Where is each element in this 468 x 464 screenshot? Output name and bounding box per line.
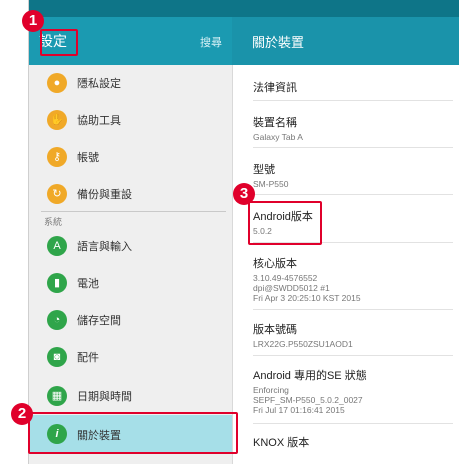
- backup-icon: ↻: [47, 184, 67, 204]
- storage-icon: ◔: [47, 310, 67, 330]
- menu-item-accounts[interactable]: ⚷ 帳號: [29, 139, 232, 175]
- about-item-knox-version: KNOX 版本: [253, 434, 309, 450]
- calendar-icon: ▦: [47, 386, 67, 406]
- search-button[interactable]: 搜尋: [200, 34, 222, 50]
- about-device-list: 法律資訊 裝置名稱 Galaxy Tab A 型號 SM-P550 Androi…: [233, 65, 459, 464]
- about-item-title: Android 專用的SE 狀態: [253, 370, 367, 382]
- about-item-value: 3.10.49-4576552: [253, 273, 318, 283]
- menu-item-label: 配件: [77, 352, 99, 364]
- menu-item-label: 協助工具: [77, 115, 121, 127]
- status-bar: [29, 0, 459, 17]
- divider: [253, 309, 453, 310]
- highlight-box-settings: [40, 29, 78, 56]
- about-item-title: 核心版本: [253, 258, 297, 270]
- about-item-title: 版本號碼: [253, 324, 297, 336]
- about-item-legal[interactable]: 法律資訊: [253, 79, 297, 95]
- about-item-value: SEPF_SM-P550_5.0.2_0027: [253, 395, 363, 405]
- about-item-value: SM-P550: [253, 179, 289, 189]
- section-divider: [41, 211, 226, 212]
- about-item-model: 型號 SM-P550: [253, 161, 288, 189]
- menu-item-battery[interactable]: ▮ 電池: [29, 265, 232, 301]
- menu-item-accessibility[interactable]: ✋ 協助工具: [29, 102, 232, 138]
- step-badge-3: 3: [233, 183, 255, 205]
- menu-item-label: 電池: [77, 278, 99, 290]
- divider: [253, 423, 453, 424]
- about-item-kernel-version: 核心版本 3.10.49-4576552 dpi@SWDD5012 #1 Fri…: [253, 255, 361, 303]
- divider: [253, 100, 453, 101]
- key-icon: ⚷: [47, 147, 67, 167]
- about-item-value: Fri Jul 17 01:16:41 2015: [253, 405, 345, 415]
- accessory-icon: ◙: [47, 347, 67, 367]
- highlight-box-about-device: [28, 412, 238, 454]
- menu-item-label: 備份與重設: [77, 189, 132, 201]
- about-item-title: KNOX 版本: [253, 437, 310, 449]
- divider: [253, 194, 453, 195]
- about-item-build-number: 版本號碼 LRX22G.P550ZSU1AOD1: [253, 321, 353, 349]
- menu-item-label: 隱私設定: [77, 78, 121, 90]
- highlight-box-android-version: [248, 201, 322, 245]
- menu-item-label: 儲存空間: [77, 315, 121, 327]
- about-item-title: 法律資訊: [253, 82, 297, 94]
- lock-icon: ●: [47, 73, 67, 93]
- menu-item-label: 語言與輸入: [77, 241, 132, 253]
- divider: [253, 147, 453, 148]
- about-item-value: Galaxy Tab A: [253, 132, 303, 142]
- section-header-system: 系統: [44, 217, 63, 227]
- settings-menu: ● 隱私設定 ✋ 協助工具 ⚷ 帳號 ↻ 備份與重設 系統 A 語言與輸入 ▮ …: [29, 65, 233, 464]
- about-item-se-status: Android 專用的SE 狀態 Enforcing SEPF_SM-P550_…: [253, 367, 367, 415]
- about-header: 關於裝置: [232, 17, 459, 65]
- menu-item-label: 日期與時間: [77, 391, 132, 403]
- step-badge-1: 1: [22, 10, 44, 32]
- about-item-value: dpi@SWDD5012 #1: [253, 283, 330, 293]
- battery-icon: ▮: [47, 273, 67, 293]
- menu-item-accessories[interactable]: ◙ 配件: [29, 339, 232, 375]
- about-item-value: LRX22G.P550ZSU1AOD1: [253, 339, 353, 349]
- step-badge-2: 2: [11, 403, 33, 425]
- about-item-value: Enforcing: [253, 385, 289, 395]
- about-title: 關於裝置: [252, 35, 305, 50]
- menu-item-privacy[interactable]: ● 隱私設定: [29, 65, 232, 101]
- menu-item-label: 帳號: [77, 152, 99, 164]
- menu-item-date-time[interactable]: ▦ 日期與時間: [29, 378, 232, 414]
- about-item-value: Fri Apr 3 20:25:10 KST 2015: [253, 293, 361, 303]
- about-item-title: 裝置名稱: [253, 117, 297, 129]
- hand-icon: ✋: [47, 110, 67, 130]
- tablet-screen: 設定 搜尋 關於裝置 ● 隱私設定 ✋ 協助工具 ⚷ 帳號 ↻ 備份與重設 系統…: [28, 0, 459, 464]
- menu-item-language[interactable]: A 語言與輸入: [29, 228, 232, 264]
- language-icon: A: [47, 236, 67, 256]
- divider: [253, 355, 453, 356]
- about-item-title: 型號: [253, 164, 275, 176]
- menu-item-storage[interactable]: ◔ 儲存空間: [29, 302, 232, 338]
- menu-item-backup[interactable]: ↻ 備份與重設: [29, 176, 232, 212]
- about-item-device-name[interactable]: 裝置名稱 Galaxy Tab A: [253, 114, 303, 142]
